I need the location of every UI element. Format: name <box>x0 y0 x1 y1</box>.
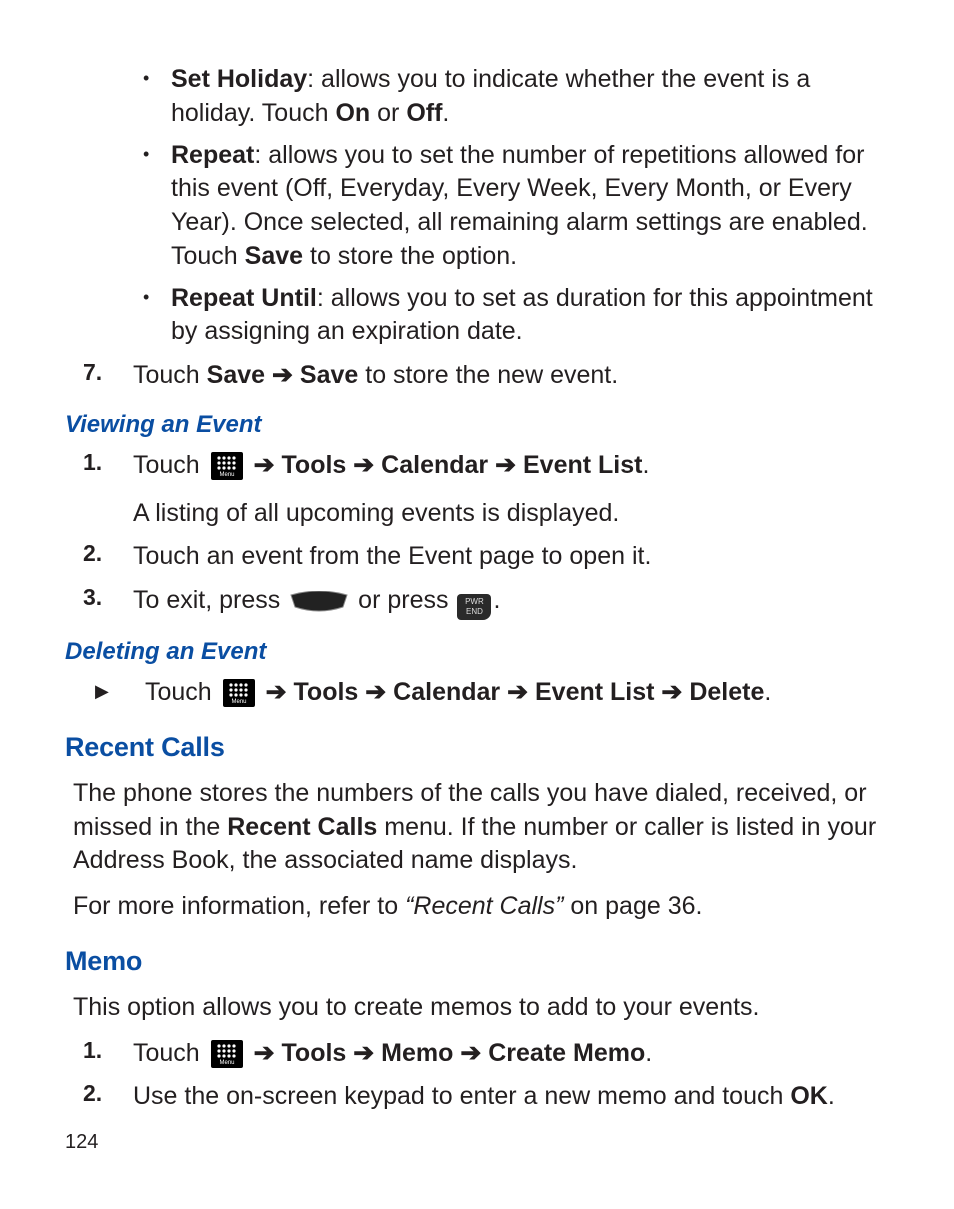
triangle-bullet-icon: ▶ <box>95 676 145 706</box>
bullet-repeat: • Repeat: allows you to set the number o… <box>143 139 889 274</box>
bullet-dot: • <box>143 139 171 169</box>
step-1-after: A listing of all upcoming events is disp… <box>133 497 889 531</box>
menu-icon: Menu <box>211 452 243 480</box>
term: Repeat Until <box>171 284 317 312</box>
step-text: Touch Menu ➔ Tools ➔ Memo ➔ Create Memo. <box>133 1037 889 1071</box>
step-number: 3. <box>83 584 133 611</box>
step-number: 7. <box>83 359 133 386</box>
viewing-step-1: 1. Touch Menu ➔ Tools ➔ Calendar ➔ Event… <box>83 449 889 531</box>
heading-recent-calls: Recent Calls <box>65 732 889 763</box>
step-text: Touch Save ➔ Save to store the new event… <box>133 359 889 393</box>
memo-intro: This option allows you to create memos t… <box>73 991 889 1025</box>
step-text: Use the on-screen keypad to enter a new … <box>133 1080 889 1114</box>
heading-viewing-event: Viewing an Event <box>65 411 889 439</box>
bullet-dot: • <box>143 282 171 312</box>
svg-text:Menu: Menu <box>231 699 246 705</box>
step-number: 2. <box>83 1080 133 1107</box>
step-number: 2. <box>83 540 133 567</box>
bullet-dot: • <box>143 63 171 93</box>
recent-calls-para-2: For more information, refer to “Recent C… <box>73 890 889 924</box>
step-number: 1. <box>83 449 133 476</box>
svg-text:Menu: Menu <box>219 1060 234 1066</box>
menu-icon: Menu <box>223 679 255 707</box>
step-7: 7. Touch Save ➔ Save to store the new ev… <box>83 359 889 393</box>
term: Set Holiday <box>171 65 307 93</box>
memo-step-2: 2. Use the on-screen keypad to enter a n… <box>83 1080 889 1114</box>
step-number: 1. <box>83 1037 133 1064</box>
heading-memo: Memo <box>65 946 889 977</box>
viewing-step-2: 2. Touch an event from the Event page to… <box>83 540 889 574</box>
deleting-step: ▶ Touch Menu ➔ Tools ➔ Calendar ➔ Event … <box>95 676 889 710</box>
memo-step-1: 1. Touch Menu ➔ Tools ➔ Memo ➔ Create Me… <box>83 1037 889 1071</box>
step-text: Touch Menu ➔ Tools ➔ Calendar ➔ Event Li… <box>133 449 889 531</box>
back-key-icon <box>289 589 349 611</box>
heading-deleting-event: Deleting an Event <box>65 638 889 666</box>
viewing-step-3: 3. To exit, press or press PWREND. <box>83 584 889 620</box>
bullet-text: Repeat: allows you to set the number of … <box>171 139 889 274</box>
step-text: Touch Menu ➔ Tools ➔ Calendar ➔ Event Li… <box>145 676 889 710</box>
svg-text:Menu: Menu <box>219 472 234 478</box>
end-key-icon: PWREND <box>457 594 491 620</box>
bullet-text: Repeat Until: allows you to set as durat… <box>171 282 889 350</box>
term: Repeat <box>171 141 254 169</box>
page-number: 124 <box>65 1131 98 1154</box>
bullet-repeat-until: • Repeat Until: allows you to set as dur… <box>143 282 889 350</box>
step-text: To exit, press or press PWREND. <box>133 584 889 620</box>
menu-icon: Menu <box>211 1040 243 1068</box>
recent-calls-para-1: The phone stores the numbers of the call… <box>73 777 889 878</box>
step-text: Touch an event from the Event page to op… <box>133 540 889 574</box>
bullet-text: Set Holiday: allows you to indicate whet… <box>171 63 889 131</box>
bullet-set-holiday: • Set Holiday: allows you to indicate wh… <box>143 63 889 131</box>
